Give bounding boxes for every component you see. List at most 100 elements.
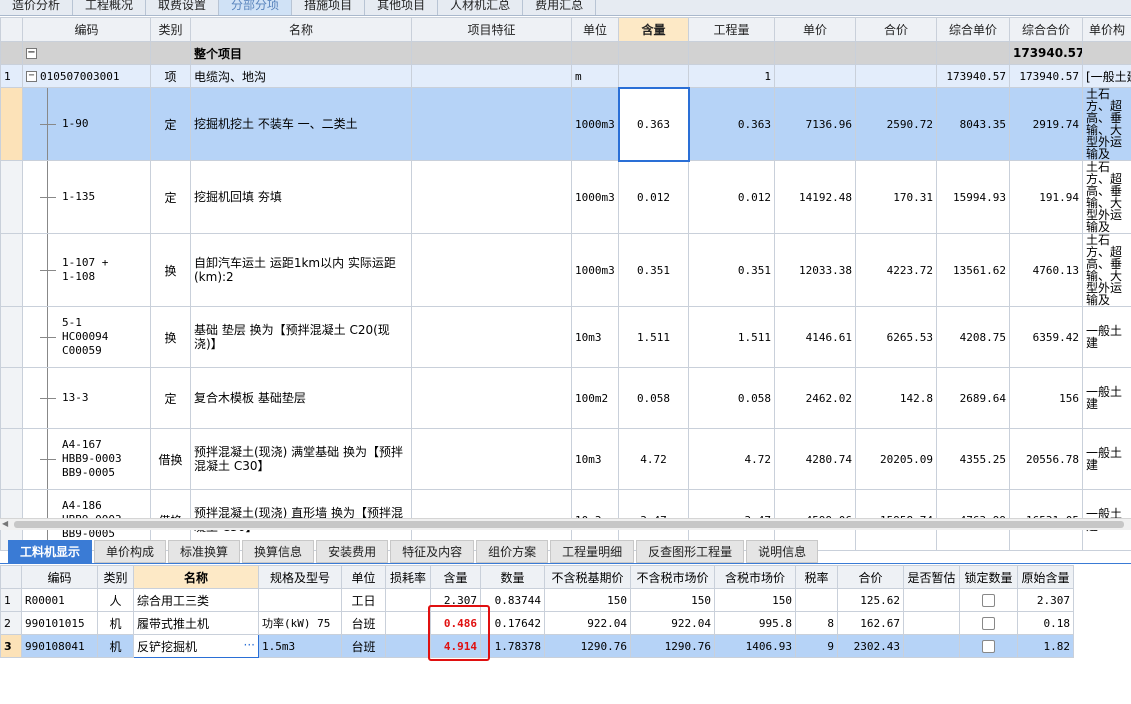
quota-price[interactable]: 14192.48 (774, 160, 856, 234)
resource-estimate[interactable] (903, 634, 960, 658)
quota-type[interactable]: 换 (150, 306, 191, 368)
resource-column-header-4[interactable]: 规格及型号 (258, 565, 342, 589)
resource-loss[interactable] (385, 611, 431, 635)
quota-type[interactable]: 换 (150, 233, 191, 307)
top-tab-6[interactable]: 人材机汇总 (438, 0, 524, 15)
quota-name[interactable]: 挖掘机挖土 不装车 一、二类土 (190, 87, 412, 161)
resource-unit[interactable]: 工日 (341, 588, 386, 612)
resource-type[interactable]: 机 (97, 634, 134, 658)
parent-type[interactable]: 项 (150, 64, 191, 88)
quota-price[interactable]: 7136.96 (774, 87, 856, 161)
quota-type[interactable]: 定 (150, 160, 191, 234)
column-header-12[interactable]: 单价构 (1082, 17, 1131, 42)
quota-qty[interactable]: 4.72 (688, 428, 775, 490)
resource-estimate[interactable] (903, 611, 960, 635)
parent-unit[interactable]: m (571, 64, 619, 88)
resource-row[interactable]: 3 990108041 机反铲挖掘机 ··· 1.5m3 台班 4.914 1.78378 12… (0, 634, 1074, 658)
resource-content[interactable]: 0.486 (430, 611, 481, 635)
quota-qty[interactable]: 0.363 (688, 87, 775, 161)
quota-type[interactable]: 定 (150, 87, 191, 161)
quota-qty[interactable]: 0.058 (688, 367, 775, 429)
resource-base-price[interactable]: 922.04 (544, 611, 631, 635)
quota-qty[interactable]: 0.012 (688, 160, 775, 234)
quota-qty[interactable]: 0.351 (688, 233, 775, 307)
resource-tax-market-price[interactable]: 995.8 (714, 611, 796, 635)
bottom-tab-6[interactable]: 组价方案 (476, 540, 549, 563)
quota-content[interactable]: 4.72 (618, 428, 689, 490)
more-options-icon[interactable]: ··· (244, 638, 255, 652)
resource-qty[interactable]: 0.83744 (480, 588, 545, 612)
quota-row[interactable]: 5-1 HC00094 C00059 换基础 垫层 换为【预拌混凝土 C20(现浇… (0, 306, 1131, 368)
resource-column-header-3[interactable]: 名称 (133, 565, 259, 589)
quota-unit[interactable]: 10m3 (571, 306, 619, 368)
resource-base-price[interactable]: 1290.76 (544, 634, 631, 658)
quota-code-cell[interactable]: A4-167 HBB9-0003 BB9-0005 (22, 428, 151, 490)
bottom-tab-0[interactable]: 工料机显示 (8, 540, 93, 563)
parent-content[interactable] (618, 64, 689, 88)
column-header-0[interactable] (0, 17, 23, 42)
lock-quantity-checkbox[interactable] (982, 594, 995, 607)
quota-name[interactable]: 挖掘机回填 夯填 (190, 160, 412, 234)
resource-tax-rate[interactable] (795, 588, 838, 612)
parent-item-row[interactable]: 1−010507003001 项电缆沟、地沟 m 1 173940.57 173940.5… (0, 64, 1131, 88)
quota-feature[interactable] (411, 428, 572, 490)
column-header-7[interactable]: 工程量 (688, 17, 775, 42)
resource-market-price[interactable]: 1290.76 (630, 634, 715, 658)
resource-name-cell[interactable]: 履带式推土机 (133, 611, 259, 635)
column-header-1[interactable]: 编码 (22, 17, 151, 42)
quota-name[interactable]: 自卸汽车运土 运距1km以内 实际运距(km):2 (190, 233, 412, 307)
bottom-tab-3[interactable]: 换算信息 (242, 540, 315, 563)
scroll-left-icon[interactable]: ◀ (2, 519, 8, 528)
quota-price[interactable]: 12033.38 (774, 233, 856, 307)
resource-spec[interactable] (258, 588, 342, 612)
resource-spec[interactable]: 1.5m3 (258, 634, 342, 658)
quota-code-cell[interactable]: 1-107 + 1-108 (22, 233, 151, 307)
quota-unit[interactable]: 10m3 (571, 428, 619, 490)
quota-content[interactable]: 0.058 (618, 367, 689, 429)
column-header-3[interactable]: 名称 (190, 17, 412, 42)
quota-code-cell[interactable]: 13-3 (22, 367, 151, 429)
column-header-4[interactable]: 项目特征 (411, 17, 572, 42)
column-header-6[interactable]: 含量 (618, 17, 689, 42)
quota-content[interactable]: 1.511 (618, 306, 689, 368)
resource-column-header-12[interactable]: 税率 (795, 565, 838, 589)
resource-code[interactable]: 990108041 (21, 634, 98, 658)
quota-content[interactable]: 0.012 (618, 160, 689, 234)
bottom-tab-7[interactable]: 工程量明细 (550, 540, 635, 563)
column-header-2[interactable]: 类别 (150, 17, 191, 42)
resource-content[interactable]: 4.914 (430, 634, 481, 658)
resource-column-header-11[interactable]: 含税市场价 (714, 565, 796, 589)
resource-column-header-10[interactable]: 不含税市场价 (630, 565, 715, 589)
resource-unit[interactable]: 台班 (341, 634, 386, 658)
quota-unit[interactable]: 100m2 (571, 367, 619, 429)
resource-column-header-13[interactable]: 合价 (837, 565, 904, 589)
quota-feature[interactable] (411, 160, 572, 234)
resource-qty[interactable]: 1.78378 (480, 634, 545, 658)
top-tab-7[interactable]: 费用汇总 (523, 0, 597, 15)
resource-column-header-2[interactable]: 类别 (97, 565, 134, 589)
quota-unit[interactable]: 1000m3 (571, 233, 619, 307)
resource-estimate[interactable] (903, 588, 960, 612)
quota-type[interactable]: 借换 (150, 428, 191, 490)
resource-column-header-15[interactable]: 锁定数量 (959, 565, 1018, 589)
resource-tax-market-price[interactable]: 1406.93 (714, 634, 796, 658)
quota-row[interactable]: 13-3 定复合木模板 基础垫层 100m2 0.058 0.058 2462.02 142… (0, 367, 1131, 429)
quota-code-cell[interactable]: 1-135 (22, 160, 151, 234)
quota-price[interactable]: 4280.74 (774, 428, 856, 490)
quota-name[interactable]: 基础 垫层 换为【预拌混凝土 C20(现浇)】 (190, 306, 412, 368)
resource-column-header-9[interactable]: 不含税基期价 (544, 565, 631, 589)
bottom-tab-5[interactable]: 特征及内容 (390, 540, 475, 563)
collapse-icon[interactable]: − (26, 71, 37, 82)
quota-price[interactable]: 4146.61 (774, 306, 856, 368)
parent-qty[interactable]: 1 (688, 64, 775, 88)
resource-name-cell[interactable]: 反铲挖掘机 ··· (133, 634, 259, 658)
quota-name[interactable]: 预拌混凝土(现浇) 满堂基础 换为【预拌混凝土 C30】 (190, 428, 412, 490)
quota-unit[interactable]: 1000m3 (571, 87, 619, 161)
resource-market-price[interactable]: 922.04 (630, 611, 715, 635)
resource-column-header-14[interactable]: 是否暂估 (903, 565, 960, 589)
resource-column-header-1[interactable]: 编码 (21, 565, 98, 589)
column-header-10[interactable]: 综合单价 (936, 17, 1010, 42)
top-tab-2[interactable]: 取费设置 (146, 0, 220, 15)
scrollbar-thumb[interactable] (14, 521, 1124, 528)
resource-column-header-7[interactable]: 含量 (430, 565, 481, 589)
